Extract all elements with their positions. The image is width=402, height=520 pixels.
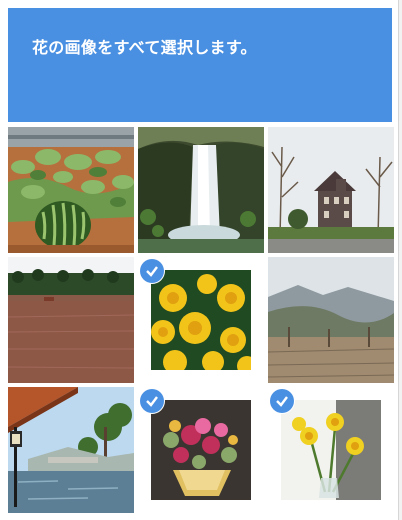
field-image (8, 257, 134, 383)
image-tile-watermelon-field[interactable] (8, 127, 134, 253)
image-tile-daffodils[interactable] (268, 387, 394, 513)
selected-check-icon (140, 259, 164, 283)
captcha-frame: 花の画像をすべて選択します。 (0, 0, 399, 520)
watermelon-field-image (8, 127, 134, 253)
house-image (268, 127, 394, 253)
image-tile-field[interactable] (8, 257, 134, 383)
image-tile-waterfall[interactable] (138, 127, 264, 253)
selected-check-icon (140, 389, 164, 413)
image-tile-hills[interactable] (268, 257, 394, 383)
image-grid (8, 127, 394, 515)
flower-bouquet-image (151, 400, 251, 500)
selected-check-icon (270, 389, 294, 413)
image-tile-flower-bouquet[interactable] (138, 387, 264, 513)
marigold-flowers-image (151, 270, 251, 370)
image-tile-river-village[interactable] (8, 387, 134, 513)
image-tile-marigold-flowers[interactable] (138, 257, 264, 383)
instruction-text: 花の画像をすべて選択します。 (32, 38, 257, 57)
hills-image (268, 257, 394, 383)
daffodils-image (281, 400, 381, 500)
river-village-image (8, 387, 134, 513)
waterfall-image (138, 127, 264, 253)
instruction-header: 花の画像をすべて選択します。 (8, 8, 392, 122)
image-tile-house[interactable] (268, 127, 394, 253)
